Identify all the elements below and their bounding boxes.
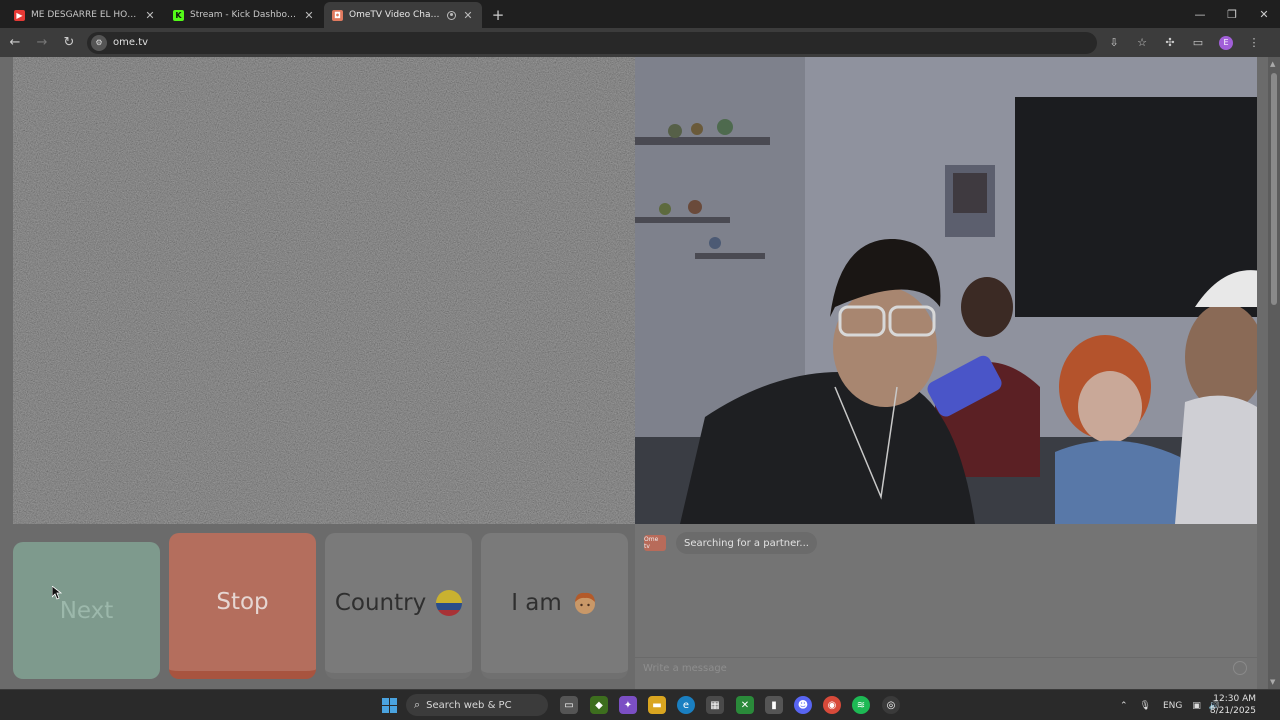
self-camera-video [635, 57, 1257, 524]
browser-toolbar: ← → ↻ ⚙ ome.tv ⇩ ☆ ✣ ▭ E ⋮ [0, 28, 1280, 57]
next-button[interactable]: Next [13, 542, 160, 679]
profile-avatar[interactable]: E [1215, 32, 1237, 54]
chat-panel: Ome tv Searching for a partner... Write … [635, 524, 1257, 689]
youtube-icon: ▶ [14, 9, 25, 21]
iam-label: I am [511, 590, 562, 616]
scrollbar-thumb[interactable] [1271, 73, 1277, 305]
search-icon: ⌕ [414, 698, 421, 711]
tab-title: ME DESGARRÉ EL HOMBRO - T [31, 10, 138, 20]
window-controls: — ❐ ✕ [1184, 0, 1280, 28]
emoji-icon[interactable] [1233, 661, 1247, 675]
minimize-icon[interactable]: — [1184, 0, 1216, 28]
system-tray: ⌃ 🎙 ENG ▣ 🔊 [1120, 690, 1220, 720]
country-button[interactable]: Country [325, 533, 472, 679]
clock-time: 12:30 AM [1213, 694, 1256, 704]
tab-youtube[interactable]: ▶ ME DESGARRÉ EL HOMBRO - T ✕ [6, 2, 164, 28]
chrome-icon[interactable]: ◉ [823, 696, 841, 714]
close-tab-icon[interactable]: ✕ [144, 9, 156, 22]
page-scrollbar[interactable]: ▲ ▼ [1268, 57, 1280, 689]
network-icon[interactable]: ▣ [1192, 701, 1201, 711]
restore-icon[interactable]: ❐ [1216, 0, 1248, 28]
nvidia-icon[interactable]: ◆ [590, 696, 608, 714]
spotify-icon[interactable]: ≋ [852, 696, 870, 714]
forward-icon[interactable]: → [30, 31, 54, 55]
back-icon[interactable]: ← [3, 31, 27, 55]
xbox-icon[interactable]: ✕ [736, 696, 754, 714]
install-app-icon[interactable]: ⇩ [1103, 32, 1125, 54]
taskbar: ⌕ Search web & PC ▭ ◆ ✦ ▬ e ▦ ✕ ▮ ☻ ◉ ≋ … [0, 689, 1280, 720]
store-icon[interactable]: ▦ [706, 696, 724, 714]
tab-ometv[interactable]: ◘ OmeTV Video Chat — Ome ✕ [324, 2, 482, 28]
language-indicator[interactable]: ENG [1163, 701, 1182, 711]
status-message: Searching for a partner... [676, 532, 817, 554]
side-panel-icon[interactable]: ▭ [1187, 32, 1209, 54]
clock-date: 8/21/2025 [1209, 706, 1256, 716]
ometv-page: Next Stop Country I am Ome tv Searching … [0, 57, 1280, 689]
address-bar[interactable]: ⚙ ome.tv [87, 31, 1097, 54]
menu-kebab-icon[interactable]: ⋮ [1243, 32, 1265, 54]
close-window-icon[interactable]: ✕ [1248, 0, 1280, 28]
tab-kick-dashboard[interactable]: K Stream - Kick Dashboard ✕ [165, 2, 323, 28]
tab-strip: ▶ ME DESGARRÉ EL HOMBRO - T ✕ K Stream -… [0, 0, 1280, 28]
url-text: ome.tv [113, 37, 149, 48]
country-label: Country [334, 590, 427, 616]
extensions-icon[interactable]: ✣ [1159, 32, 1181, 54]
stop-button[interactable]: Stop [169, 533, 316, 679]
site-info-icon[interactable]: ⚙ [91, 34, 107, 51]
clock[interactable]: 12:30 AM 8/21/2025 [1210, 693, 1256, 717]
next-label: Next [59, 597, 114, 624]
chevron-up-icon[interactable]: ⌃ [1120, 701, 1128, 711]
video-static-noise [13, 57, 635, 524]
close-tab-icon[interactable]: ✕ [462, 9, 474, 22]
webcam-scene [635, 57, 1257, 524]
boy-face-icon [574, 592, 595, 614]
tab-title: OmeTV Video Chat — Ome [349, 10, 443, 20]
tab-title: Stream - Kick Dashboard [190, 10, 297, 20]
copilot-icon[interactable]: ✦ [619, 696, 637, 714]
file-explorer-icon[interactable]: ▬ [648, 696, 666, 714]
ometv-logo: Ome tv [644, 535, 666, 551]
recording-icon [447, 10, 456, 20]
task-view-icon[interactable]: ▭ [560, 696, 578, 714]
kick-icon: K [173, 9, 184, 21]
scroll-down-icon[interactable]: ▼ [1270, 678, 1275, 686]
app-icon[interactable]: ▮ [765, 696, 783, 714]
edge-icon[interactable]: e [677, 696, 695, 714]
reload-icon[interactable]: ↻ [57, 31, 81, 55]
partner-video [13, 57, 635, 524]
stop-label: Stop [216, 589, 269, 615]
microphone-icon[interactable]: 🎙 [1140, 701, 1151, 711]
ometv-icon: ◘ [332, 9, 343, 21]
taskbar-search[interactable]: ⌕ Search web & PC [406, 694, 548, 716]
discord-icon[interactable]: ☻ [794, 696, 812, 714]
scroll-up-icon[interactable]: ▲ [1270, 60, 1275, 68]
start-windows-icon[interactable] [382, 698, 397, 713]
bookmark-star-icon[interactable]: ☆ [1131, 32, 1153, 54]
colombia-flag-icon [436, 590, 463, 616]
search-placeholder: Search web & PC [426, 699, 512, 711]
gender-button[interactable]: I am [481, 533, 628, 679]
close-tab-icon[interactable]: ✕ [303, 9, 315, 22]
obs-icon[interactable]: ◎ [882, 696, 900, 714]
message-input[interactable]: Write a message [635, 657, 1257, 679]
new-tab-button[interactable]: + [487, 4, 509, 26]
mouse-cursor-icon [52, 586, 62, 600]
